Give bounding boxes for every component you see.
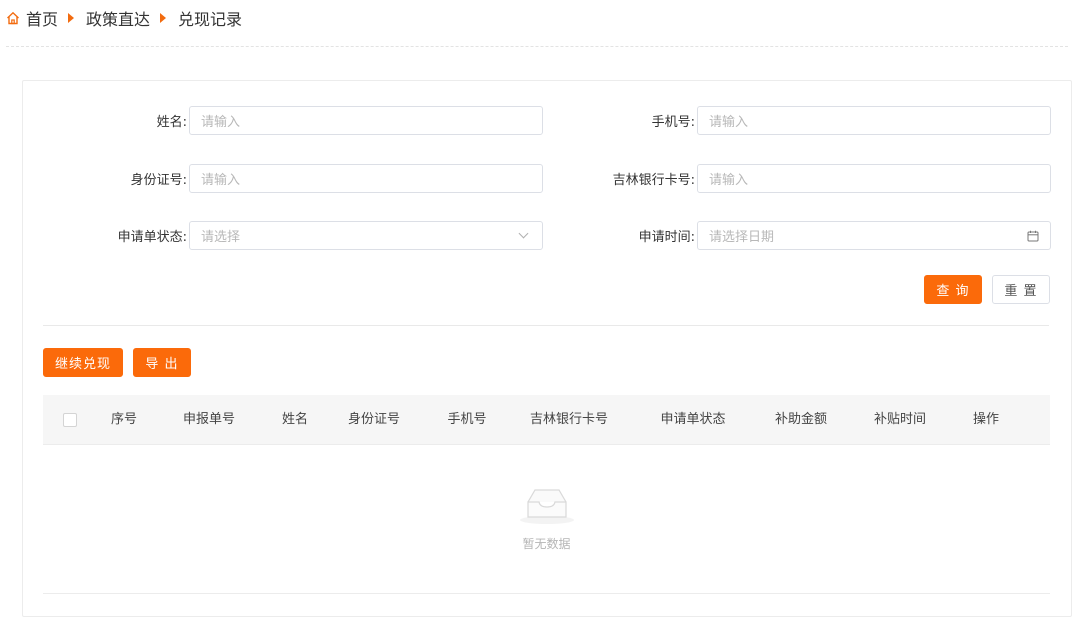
empty-text: 暂无数据 [522, 537, 571, 551]
name-input-placeholder: 请输入 [201, 115, 241, 130]
breadcrumb-separator-icon [68, 13, 75, 23]
id-number-label: 身份证号: [130, 173, 187, 188]
bank-card-label: 吉林银行卡号: [612, 173, 695, 188]
name-input[interactable]: 请输入 [189, 106, 543, 135]
apply-time-placeholder: 请选择日期 [709, 230, 775, 245]
breadcrumb-separator-icon [160, 13, 167, 23]
home-icon[interactable] [6, 11, 20, 25]
table-header: 序号 申报单号 姓名 身份证号 手机号 吉林银行卡号 申请单状态 补助金额 补贴… [43, 395, 1050, 445]
header-divider [6, 46, 1068, 47]
apply-time-datepicker[interactable]: 请选择日期 [697, 221, 1051, 250]
phone-field-row: 手机号: 请输入 [583, 106, 1051, 135]
empty-inbox-icon [519, 484, 575, 526]
section-divider [43, 325, 1049, 326]
column-header-report-number: 申报单号 [182, 412, 236, 427]
phone-input[interactable]: 请输入 [697, 106, 1051, 135]
status-select[interactable]: 请选择 [189, 221, 543, 250]
column-header-subsidy-time: 补贴时间 [873, 412, 927, 427]
id-number-input-placeholder: 请输入 [201, 173, 241, 188]
column-header-phone: 手机号 [447, 412, 487, 427]
apply-time-label: 申请时间: [638, 230, 695, 245]
column-header-name: 姓名 [281, 412, 309, 427]
column-header-subsidy-amount: 补助金额 [774, 412, 828, 427]
table-empty-state: 暂无数据 [43, 446, 1050, 594]
chevron-down-icon [518, 228, 529, 239]
select-all-checkbox[interactable] [63, 413, 77, 427]
main-panel: 姓名: 请输入 手机号: 请输入 身份证号: 请输入 吉林银行卡号: 请输入 申… [22, 80, 1072, 617]
breadcrumb-policy[interactable]: 政策直达 [86, 6, 150, 30]
query-button[interactable]: 查 询 [924, 275, 982, 304]
column-header-bank-card: 吉林银行卡号 [529, 412, 609, 427]
column-header-id-number: 身份证号 [347, 412, 401, 427]
column-header-index: 序号 [110, 412, 138, 427]
status-label: 申请单状态: [117, 230, 187, 245]
column-header-actions: 操作 [972, 412, 1000, 427]
column-header-status: 申请单状态 [660, 412, 726, 427]
phone-input-placeholder: 请输入 [709, 115, 749, 130]
reset-button[interactable]: 重 置 [992, 275, 1050, 304]
breadcrumb-current: 兑现记录 [178, 10, 243, 29]
id-number-input[interactable]: 请输入 [189, 164, 543, 193]
name-label: 姓名: [156, 115, 187, 130]
calendar-icon [1027, 230, 1039, 242]
breadcrumb-home[interactable]: 首页 [26, 6, 58, 30]
status-field-row: 申请单状态: 请选择 [83, 221, 543, 250]
bank-card-input-placeholder: 请输入 [709, 173, 749, 188]
continue-redeem-button[interactable]: 继续兑现 [43, 348, 123, 377]
export-button[interactable]: 导 出 [133, 348, 191, 377]
bank-card-input[interactable]: 请输入 [697, 164, 1051, 193]
table-bottom-border [43, 593, 1050, 594]
phone-label: 手机号: [651, 115, 695, 130]
bank-card-field-row: 吉林银行卡号: 请输入 [583, 164, 1051, 193]
name-field-row: 姓名: 请输入 [83, 106, 543, 135]
status-select-placeholder: 请选择 [201, 230, 241, 245]
id-number-field-row: 身份证号: 请输入 [83, 164, 543, 193]
apply-time-field-row: 申请时间: 请选择日期 [583, 221, 1051, 250]
breadcrumb: 首页 政策直达 兑现记录 [6, 6, 242, 30]
